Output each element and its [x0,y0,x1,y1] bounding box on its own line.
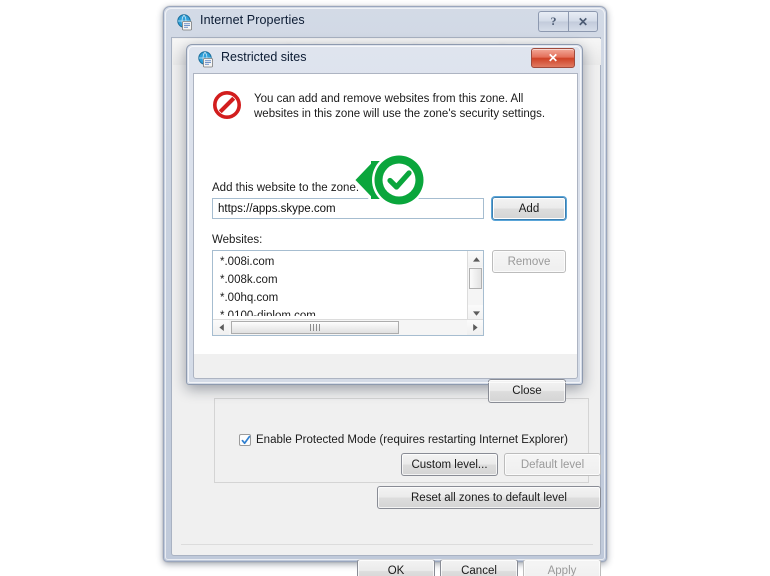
internet-properties-icon [176,14,193,31]
website-url-input[interactable]: https://apps.skype.com [212,198,484,219]
horizontal-scroll-thumb[interactable] [231,321,399,334]
listbox-vertical-scrollbar[interactable] [467,251,483,321]
restricted-sites-dialog: Restricted sites ✕ You can add and remov… [186,44,583,403]
scroll-left-icon[interactable] [213,320,229,335]
apply-button: Apply [523,559,601,576]
custom-level-button[interactable]: Custom level... [401,453,498,476]
scroll-right-icon[interactable] [467,320,483,335]
help-button[interactable]: ? [538,11,568,32]
default-level-button: Default level [504,453,601,476]
scroll-up-icon[interactable] [468,251,483,267]
list-item[interactable]: *.008i.com [213,253,467,271]
list-item[interactable]: *.0100-diplom.com [213,307,467,316]
list-item[interactable]: *.00hq.com [213,289,467,307]
zone-description: You can add and remove websites from thi… [254,93,546,120]
window-title: Internet Properties [200,13,305,27]
dialog-titlebar: Restricted sites ✕ [187,45,582,73]
close-button[interactable]: ✕ [568,11,598,32]
websites-label: Websites: [212,234,263,246]
window-titlebar: Internet Properties ? ✕ [164,7,606,37]
cancel-button[interactable]: Cancel [440,559,518,576]
websites-list: *.008i.com *.008k.com *.00hq.com *.0100-… [213,253,467,316]
ok-button[interactable]: OK [357,559,435,576]
close-icon: ✕ [547,51,559,65]
restricted-sites-icon [197,51,214,68]
help-icon: ? [550,14,557,28]
listbox-horizontal-scrollbar[interactable] [213,319,483,335]
dialog-close-action-button[interactable]: Close [488,379,566,403]
close-icon: ✕ [577,14,589,29]
grip-icon [310,324,320,331]
protected-mode-row[interactable]: Enable Protected Mode (requires restarti… [239,434,568,446]
window-controls: ? ✕ [538,11,598,32]
screenshot-root: Internet Properties ? ✕ Security Content… [0,0,770,576]
websites-listbox[interactable]: *.008i.com *.008k.com *.00hq.com *.0100-… [212,250,484,336]
list-item[interactable]: *.008k.com [213,271,467,289]
reset-all-zones-button[interactable]: Reset all zones to default level [377,486,601,509]
add-website-label: Add this website to the zone: [212,182,360,194]
add-button[interactable]: Add [492,197,566,220]
vertical-scroll-thumb[interactable] [469,268,482,289]
no-entry-icon [212,90,242,125]
dialog-client-area: You can add and remove websites from thi… [193,73,578,403]
remove-button: Remove [492,250,566,273]
protected-mode-checkbox[interactable] [239,434,251,446]
zone-info-row: You can add and remove websites from thi… [212,90,564,125]
dialog-content-panel: You can add and remove websites from thi… [194,74,577,354]
protected-mode-label: Enable Protected Mode (requires restarti… [256,434,568,446]
dialog-title: Restricted sites [221,50,307,64]
dialog-close-button[interactable]: ✕ [531,48,575,68]
footer-divider [181,544,593,545]
